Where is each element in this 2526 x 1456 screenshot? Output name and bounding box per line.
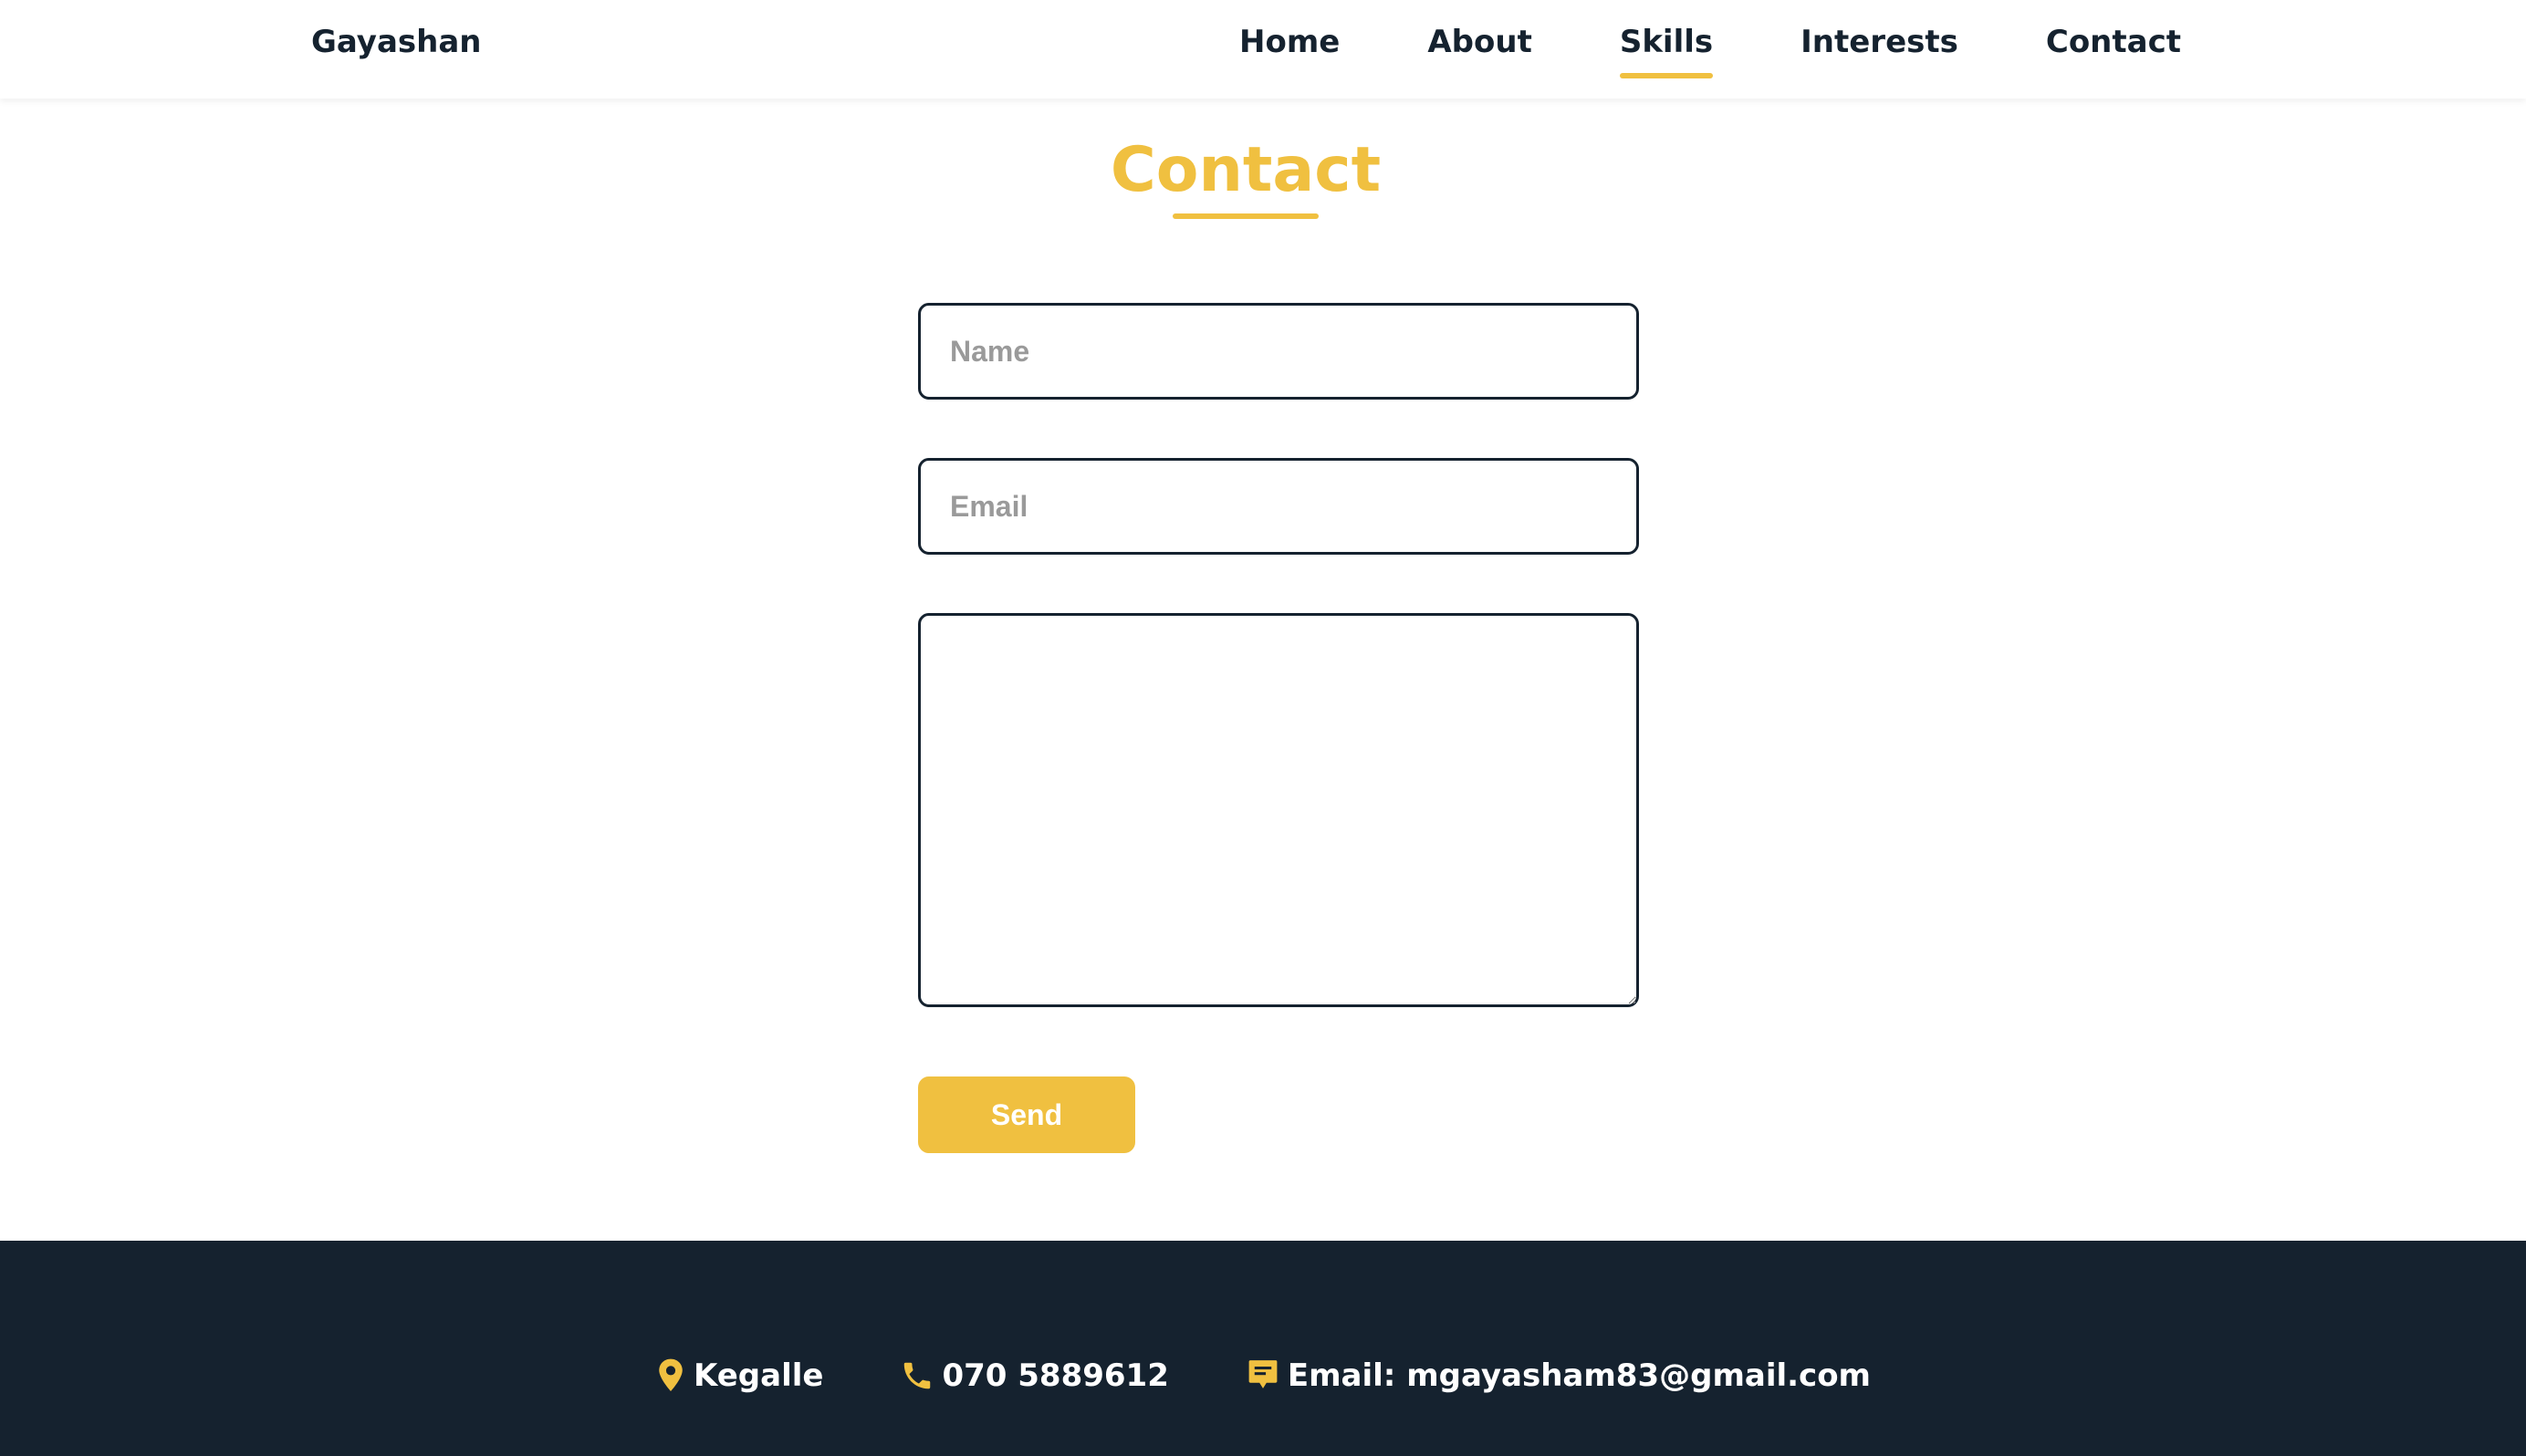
footer-email: Email: mgayasham83@gmail.com [1246,1356,1871,1396]
nav-interests[interactable]: Interests [1801,22,1958,62]
phone-icon [900,1358,934,1393]
nav-skills[interactable]: Skills [1619,22,1714,78]
email-input[interactable] [918,458,1639,555]
map-pin-icon [655,1357,686,1394]
site-header: Gayashan Home About Skills Interests Con… [0,0,2526,99]
nav-contact[interactable]: Contact [2046,22,2181,62]
phone-text: 070 5889612 [942,1357,1169,1394]
footer-contact-info: Kegalle 070 5889612 Email: mgayasham83@g… [0,1356,2526,1396]
brand-logo[interactable]: Gayashan [311,22,482,62]
email-text: Email: mgayasham83@gmail.com [1287,1357,1871,1394]
footer-location: Kegalle [655,1356,823,1396]
location-text: Kegalle [693,1357,824,1394]
nav-home[interactable]: Home [1239,22,1340,62]
send-button[interactable]: Send [918,1076,1135,1153]
name-input[interactable] [918,303,1639,400]
main-nav: Home About Skills Interests Contact [1239,22,2181,78]
message-textarea[interactable] [918,613,1639,1007]
title-underline [1173,213,1319,219]
nav-about[interactable]: About [1427,22,1531,62]
section-title: Contact [1110,134,1382,206]
message-icon [1246,1357,1280,1394]
site-footer: Kegalle 070 5889612 Email: mgayasham83@g… [0,1241,2526,1456]
footer-phone: 070 5889612 [900,1356,1169,1396]
